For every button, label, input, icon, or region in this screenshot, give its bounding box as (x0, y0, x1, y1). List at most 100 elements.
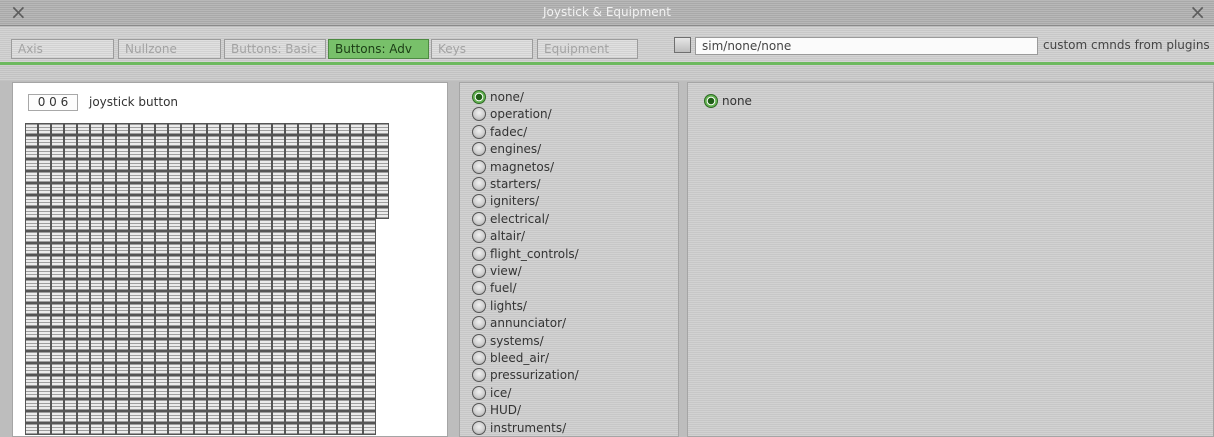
joystick-button-cell[interactable] (233, 159, 246, 171)
joystick-button-cell[interactable] (272, 423, 285, 435)
joystick-button-cell[interactable] (181, 303, 194, 315)
joystick-button-cell[interactable] (220, 147, 233, 159)
radio-checked-icon[interactable] (704, 94, 718, 108)
joystick-button-cell[interactable] (246, 159, 259, 171)
joystick-button-cell[interactable] (90, 207, 103, 219)
joystick-button-cell[interactable] (116, 147, 129, 159)
joystick-button-cell[interactable] (272, 135, 285, 147)
joystick-button-cell[interactable] (77, 243, 90, 255)
joystick-button-cell[interactable] (272, 399, 285, 411)
joystick-button-cell[interactable] (233, 411, 246, 423)
joystick-button-cell[interactable] (103, 411, 116, 423)
joystick-button-cell[interactable] (311, 219, 324, 231)
joystick-button-cell[interactable] (38, 147, 51, 159)
joystick-button-cell[interactable] (207, 315, 220, 327)
joystick-button-cell[interactable] (324, 147, 337, 159)
joystick-button-cell[interactable] (207, 267, 220, 279)
joystick-button-cell[interactable] (25, 123, 38, 135)
joystick-button-cell[interactable] (337, 363, 350, 375)
joystick-button-cell[interactable] (194, 243, 207, 255)
joystick-button-cell[interactable] (142, 291, 155, 303)
joystick-button-cell[interactable] (298, 363, 311, 375)
joystick-button-cell[interactable] (272, 183, 285, 195)
joystick-button-cell[interactable] (103, 183, 116, 195)
joystick-button-cell[interactable] (298, 303, 311, 315)
joystick-button-cell[interactable] (116, 255, 129, 267)
joystick-button-cell[interactable] (285, 123, 298, 135)
joystick-button-cell[interactable] (194, 339, 207, 351)
joystick-button-cell[interactable] (103, 135, 116, 147)
joystick-button-cell[interactable] (77, 279, 90, 291)
joystick-button-cell[interactable] (324, 279, 337, 291)
joystick-button-cell[interactable] (90, 339, 103, 351)
joystick-button-cell[interactable] (311, 387, 324, 399)
joystick-button-cell[interactable] (51, 339, 64, 351)
joystick-button-cell[interactable] (181, 375, 194, 387)
joystick-button-cell[interactable] (51, 387, 64, 399)
joystick-button-cell[interactable] (350, 411, 363, 423)
joystick-button-cell[interactable] (116, 135, 129, 147)
joystick-button-cell[interactable] (129, 135, 142, 147)
joystick-button-cell[interactable] (181, 159, 194, 171)
joystick-button-cell[interactable] (90, 387, 103, 399)
joystick-button-cell[interactable] (337, 339, 350, 351)
joystick-button-cell[interactable] (25, 339, 38, 351)
joystick-button-cell[interactable] (259, 231, 272, 243)
joystick-button-cell[interactable] (194, 363, 207, 375)
joystick-button-cell[interactable] (77, 267, 90, 279)
joystick-button-cell[interactable] (142, 363, 155, 375)
joystick-button-cell[interactable] (246, 387, 259, 399)
joystick-button-cell[interactable] (246, 363, 259, 375)
joystick-button-cell[interactable] (38, 267, 51, 279)
joystick-button-cell[interactable] (38, 423, 51, 435)
joystick-button-cell[interactable] (168, 135, 181, 147)
joystick-button-cell[interactable] (181, 123, 194, 135)
joystick-button-cell[interactable] (38, 207, 51, 219)
joystick-button-cell[interactable] (285, 171, 298, 183)
joystick-button-cell[interactable] (220, 195, 233, 207)
joystick-button-cell[interactable] (298, 327, 311, 339)
joystick-button-cell[interactable] (207, 135, 220, 147)
joystick-button-cell[interactable] (90, 279, 103, 291)
joystick-button-cell[interactable] (259, 279, 272, 291)
joystick-button-cell[interactable] (116, 243, 129, 255)
joystick-button-cell[interactable] (363, 219, 376, 231)
joystick-button-cell[interactable] (129, 147, 142, 159)
joystick-button-cell[interactable] (64, 303, 77, 315)
joystick-button-cell[interactable] (285, 231, 298, 243)
joystick-button-cell[interactable] (194, 423, 207, 435)
joystick-button-cell[interactable] (233, 387, 246, 399)
joystick-button-cell[interactable] (155, 387, 168, 399)
joystick-button-cell[interactable] (38, 303, 51, 315)
joystick-button-cell[interactable] (194, 195, 207, 207)
joystick-button-cell[interactable] (272, 363, 285, 375)
joystick-button-cell[interactable] (90, 171, 103, 183)
joystick-button-cell[interactable] (25, 279, 38, 291)
joystick-button-cell[interactable] (259, 399, 272, 411)
joystick-button-cell[interactable] (233, 219, 246, 231)
joystick-button-cell[interactable] (220, 399, 233, 411)
joystick-button-cell[interactable] (51, 303, 64, 315)
joystick-button-cell[interactable] (272, 171, 285, 183)
joystick-button-cell[interactable] (285, 327, 298, 339)
joystick-button-cell[interactable] (194, 411, 207, 423)
joystick-button-cell[interactable] (298, 423, 311, 435)
joystick-button-cell[interactable] (220, 423, 233, 435)
joystick-button-cell[interactable] (220, 267, 233, 279)
joystick-button-cell[interactable] (168, 375, 181, 387)
joystick-button-cell[interactable] (103, 399, 116, 411)
joystick-button-cell[interactable] (51, 159, 64, 171)
joystick-button-cell[interactable] (376, 147, 389, 159)
joystick-button-cell[interactable] (129, 267, 142, 279)
joystick-button-cell[interactable] (311, 327, 324, 339)
joystick-button-cell[interactable] (207, 207, 220, 219)
joystick-button-cell[interactable] (324, 219, 337, 231)
joystick-button-cell[interactable] (337, 423, 350, 435)
joystick-button-cell[interactable] (337, 315, 350, 327)
tab-buttons-adv[interactable]: Buttons: Adv (328, 39, 429, 59)
joystick-button-cell[interactable] (64, 123, 77, 135)
joystick-button-cell[interactable] (233, 195, 246, 207)
joystick-button-cell[interactable] (51, 399, 64, 411)
joystick-button-cell[interactable] (51, 363, 64, 375)
joystick-button-cell[interactable] (90, 363, 103, 375)
